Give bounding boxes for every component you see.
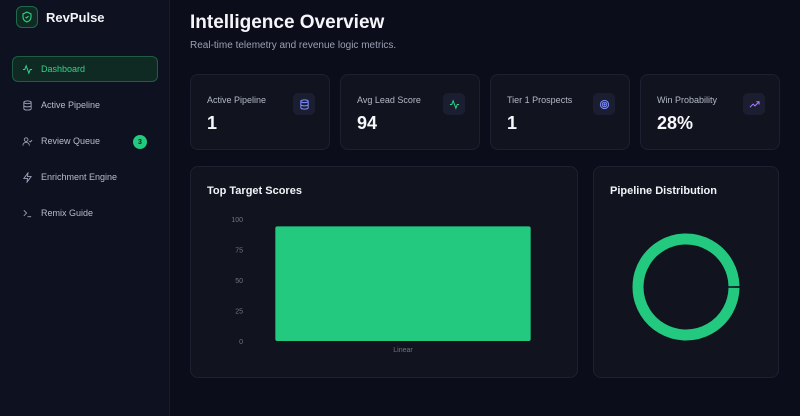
sidebar-item-label: Dashboard	[41, 64, 86, 74]
stat-value: 94	[357, 113, 378, 133]
stat-value: 28%	[657, 113, 694, 133]
donut-slice	[632, 233, 740, 341]
stat-label: Win Probability	[657, 95, 718, 105]
stat-card-win-probability[interactable]: Win Probability 28%	[640, 74, 780, 150]
donut-chart	[632, 233, 740, 341]
bar	[275, 226, 531, 341]
activity-icon	[21, 63, 33, 75]
y-tick-label: 75	[235, 248, 243, 255]
stat-label: Avg Lead Score	[357, 95, 421, 105]
shield-icon	[16, 6, 38, 28]
y-tick-label: 100	[231, 217, 243, 224]
stat-label: Active Pipeline	[207, 95, 267, 105]
trending-up-icon	[743, 93, 765, 115]
top-target-scores-card: Top Target Scores 0 25 50 75 100 Linear	[190, 166, 578, 378]
brand[interactable]: RevPulse	[16, 6, 105, 28]
stat-value: 1	[207, 113, 218, 133]
stat-cards: Active Pipeline 1 Avg Lead Score 94 Tier…	[190, 74, 780, 150]
stat-value: 1	[507, 113, 518, 133]
target-icon	[593, 93, 615, 115]
x-tick-label: Linear	[393, 347, 413, 354]
sidebar-item-label: Active Pipeline	[41, 100, 101, 110]
sidebar-item-label: Review Queue	[41, 136, 101, 146]
sidebar-item-remix-guide[interactable]: Remix Guide	[12, 200, 158, 226]
zap-icon	[21, 171, 33, 183]
stat-card-tier1-prospects[interactable]: Tier 1 Prospects 1	[490, 74, 630, 150]
sidebar-item-label: Enrichment Engine	[41, 172, 118, 182]
y-tick-label: 50	[235, 278, 243, 285]
y-tick-label: 0	[239, 339, 243, 346]
terminal-icon	[21, 207, 33, 219]
database-icon	[21, 99, 33, 111]
user-check-icon	[21, 135, 33, 147]
y-tick-label: 25	[235, 309, 243, 316]
sidebar-nav: Dashboard Active Pipeline Review Queue 3…	[12, 56, 158, 236]
database-icon	[293, 93, 315, 115]
sidebar-item-enrichment-engine[interactable]: Enrichment Engine	[12, 164, 158, 190]
bar-chart: 0 25 50 75 100 Linear	[231, 217, 531, 354]
sidebar-item-review-queue[interactable]: Review Queue 3	[12, 128, 158, 154]
page-title: Intelligence Overview	[190, 12, 385, 33]
stat-card-avg-lead-score[interactable]: Avg Lead Score 94	[340, 74, 480, 150]
page-subtitle: Real-time telemetry and revenue logic me…	[190, 40, 397, 51]
review-count-badge: 3	[133, 135, 147, 149]
sidebar-item-dashboard[interactable]: Dashboard	[12, 56, 158, 82]
brand-name: RevPulse	[46, 9, 105, 25]
stat-card-active-pipeline[interactable]: Active Pipeline 1	[190, 74, 330, 150]
sidebar-item-active-pipeline[interactable]: Active Pipeline	[12, 92, 158, 118]
sidebar-item-label: Remix Guide	[41, 208, 94, 218]
pipeline-distribution-card: Pipeline Distribution	[593, 166, 779, 378]
sidebar: RevPulse Dashboard Active Pipeline Revie…	[0, 0, 170, 416]
stat-label: Tier 1 Prospects	[507, 95, 573, 105]
activity-icon	[443, 93, 465, 115]
